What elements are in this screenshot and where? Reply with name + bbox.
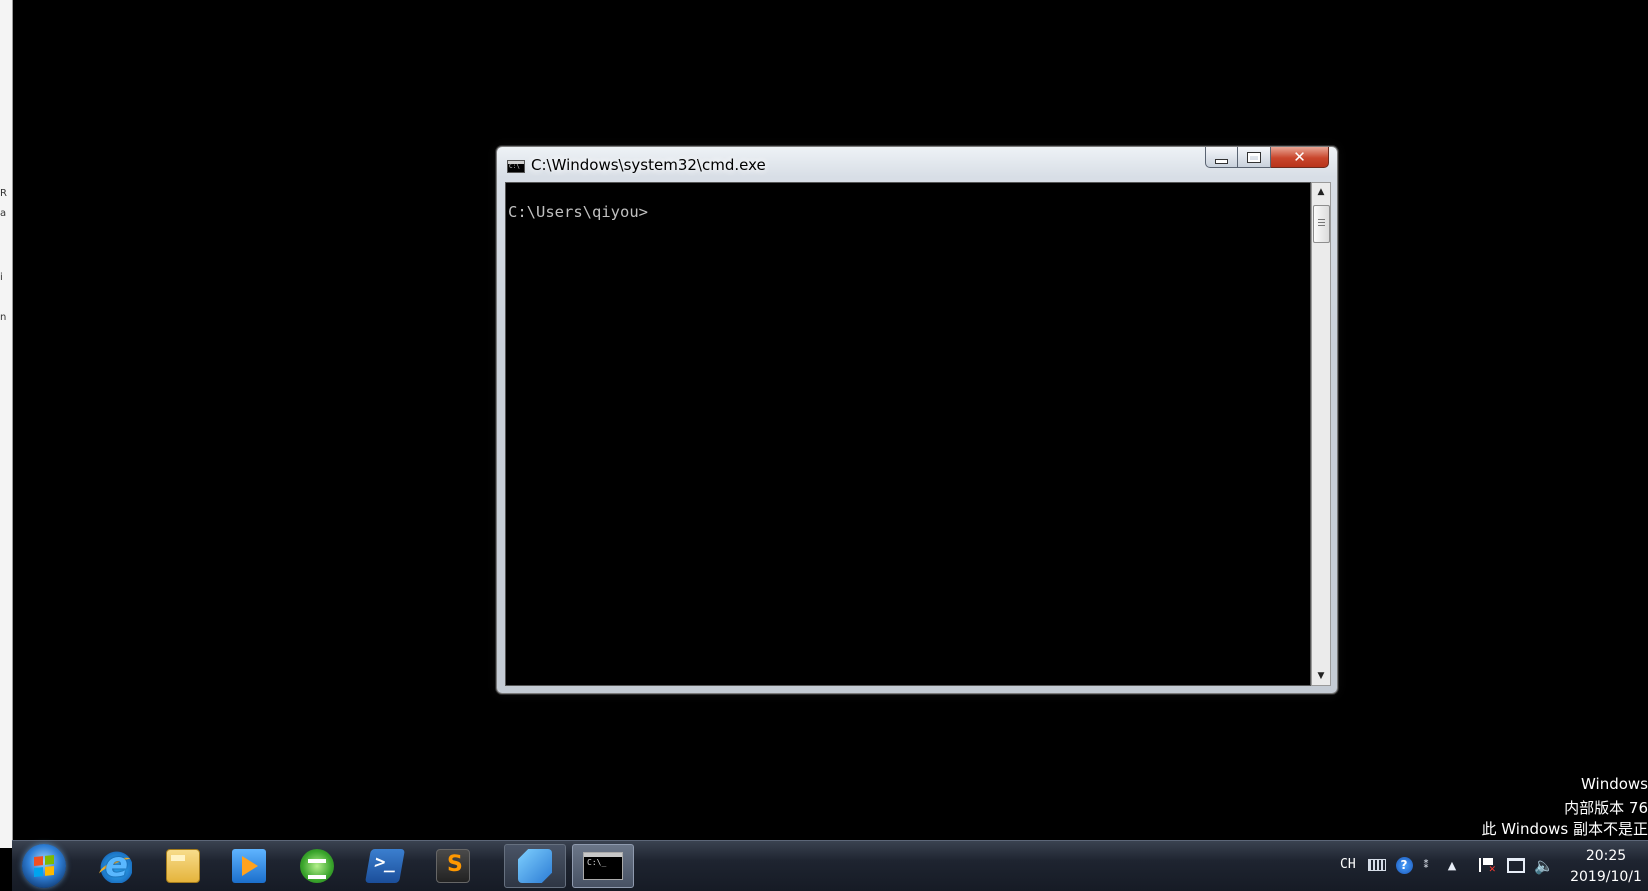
vertical-scrollbar[interactable]: ▲ ▼ [1311,182,1331,686]
text-fragment: R [0,188,7,199]
ime-options-icon[interactable]: ⁑ [1416,855,1436,875]
scroll-down-arrow-icon[interactable]: ▼ [1312,667,1330,685]
watermark-line-2: 内部版本 76 [1564,797,1648,818]
windows-logo-icon [34,855,54,877]
cmd-window[interactable]: C:\Windows\system32\cmd.exe ✕ C:\Users\q… [496,146,1338,694]
taskbar-green-app[interactable] [286,844,348,888]
window-title: C:\Windows\system32\cmd.exe [531,156,766,174]
caption-buttons: ✕ [1205,147,1329,169]
background-window-edge[interactable]: R a i n [0,0,13,848]
watermark-line-1: Windows [1581,775,1648,793]
text-fragment: n [0,312,6,323]
maximize-button[interactable] [1238,147,1271,168]
powershell-icon [365,849,405,883]
system-clock[interactable]: 20:25 2019/10/1 [1564,846,1648,888]
minimize-icon [1215,159,1228,164]
taskbar-powershell[interactable] [354,844,416,888]
watermark-line-3: 此 Windows 副本不是正 [1482,818,1648,839]
media-player-icon [232,849,266,883]
command-prompt-icon [583,852,623,880]
taskbar-regedit[interactable] [504,844,566,888]
maximize-icon [1248,153,1260,162]
taskbar-ie[interactable] [84,844,146,888]
keyboard-icon[interactable] [1367,855,1387,875]
close-icon: ✕ [1293,148,1306,166]
taskbar-media-player[interactable] [218,844,280,888]
minimize-button[interactable] [1205,147,1238,168]
taskbar: CH ⁑ ▲ 🔈 20:25 2019/10/1 [12,840,1648,891]
folder-icon [166,849,200,883]
volume-icon[interactable]: 🔈 [1534,855,1554,875]
help-icon[interactable] [1394,855,1414,875]
network-icon[interactable] [1506,855,1526,875]
sublime-text-icon [436,849,470,883]
clock-time: 20:25 [1564,846,1648,867]
title-bar[interactable]: C:\Windows\system32\cmd.exe ✕ [497,147,1337,181]
show-hidden-icons-icon[interactable]: ▲ [1442,855,1462,875]
close-button[interactable]: ✕ [1271,147,1329,168]
green-app-icon [300,849,334,883]
taskbar-sublime[interactable] [422,844,484,888]
registry-editor-icon [518,849,552,883]
action-center-flag-icon[interactable] [1476,855,1496,875]
taskbar-explorer[interactable] [152,844,214,888]
taskbar-cmd[interactable] [572,844,634,888]
console-area[interactable]: C:\Users\qiyou> [505,182,1311,686]
command-prompt-text: C:\Users\qiyou> [508,203,648,221]
clock-date: 2019/10/1 [1564,867,1648,888]
internet-explorer-icon [98,849,132,883]
text-fragment: a [0,208,6,219]
text-fragment: i [0,272,3,283]
language-indicator[interactable]: CH [1340,857,1356,872]
start-button[interactable] [22,844,66,888]
cmd-icon[interactable] [507,160,525,173]
scroll-up-arrow-icon[interactable]: ▲ [1312,183,1330,201]
scroll-thumb[interactable] [1313,205,1330,243]
